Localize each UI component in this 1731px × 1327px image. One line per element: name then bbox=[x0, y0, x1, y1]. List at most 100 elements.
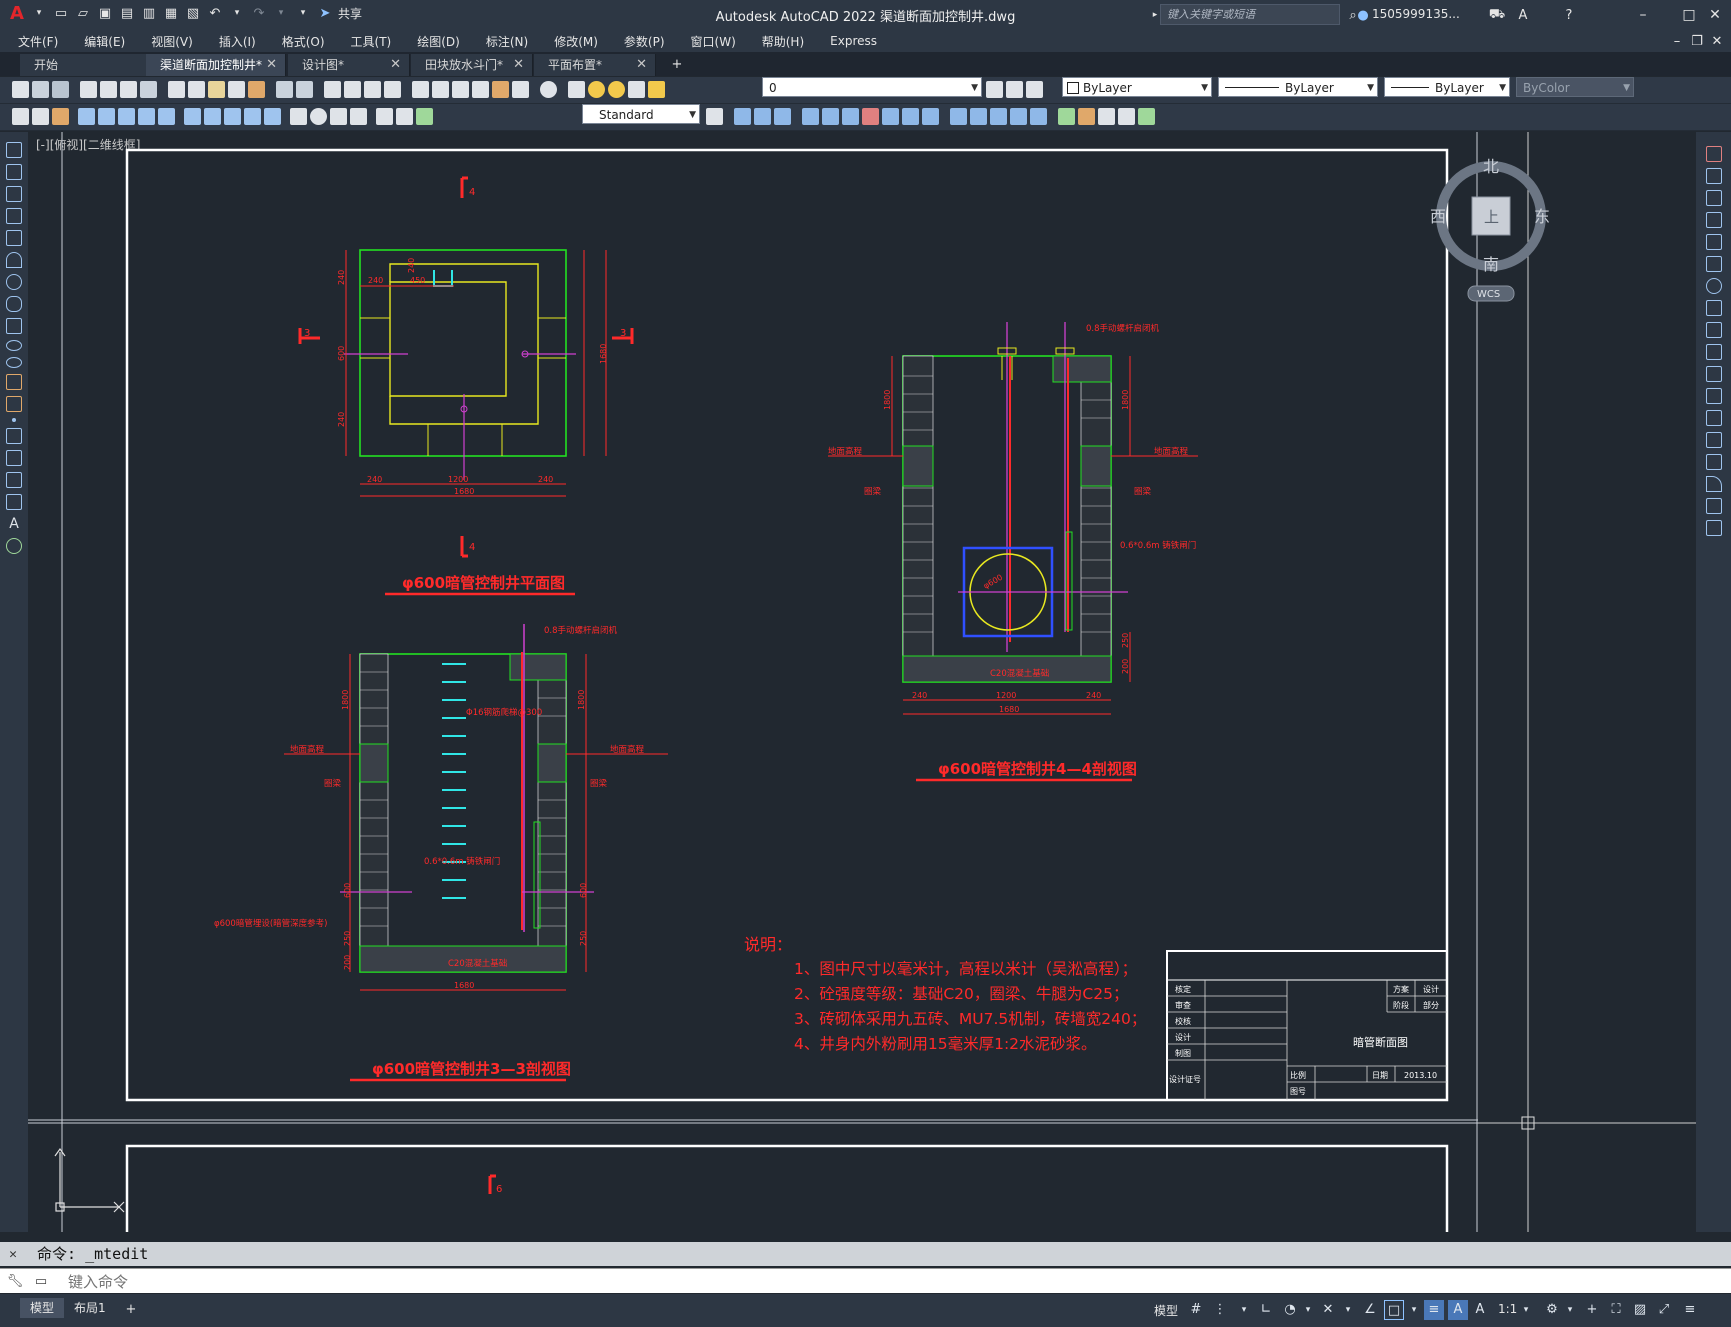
menu-draw[interactable]: 绘图(D) bbox=[404, 33, 473, 50]
copy-object-icon[interactable] bbox=[754, 108, 771, 125]
title-block[interactable]: 核定 审查 校核 设计 制图 设计证号 方案 设计 阶段 部分 比例 日期 20… bbox=[1166, 950, 1448, 1101]
isolate-objects-icon[interactable]: ⛶ bbox=[1606, 1300, 1626, 1320]
dim-edit-icon[interactable] bbox=[376, 108, 393, 125]
array-tool-icon[interactable] bbox=[1705, 234, 1722, 250]
osnap-dropdown-icon[interactable]: ▾ bbox=[1338, 1300, 1358, 1320]
menu-format[interactable]: 格式(O) bbox=[269, 33, 338, 50]
tab-start[interactable]: 开始 bbox=[20, 54, 148, 76]
help-icon[interactable] bbox=[540, 81, 557, 98]
command-input[interactable] bbox=[66, 1269, 1670, 1295]
layer-state-icon[interactable] bbox=[1026, 81, 1043, 98]
tool-palettes-icon[interactable] bbox=[452, 81, 469, 98]
break-tool-icon[interactable] bbox=[1705, 410, 1722, 426]
properties-icon[interactable] bbox=[412, 81, 429, 98]
continue-dim-icon[interactable] bbox=[224, 108, 241, 125]
cut-icon[interactable] bbox=[168, 81, 185, 98]
close-tab-icon[interactable]: ✕ bbox=[266, 54, 277, 76]
plot-preview-icon[interactable] bbox=[100, 81, 117, 98]
tab-model[interactable]: 模型 bbox=[20, 1298, 65, 1318]
workspace-dropdown-icon[interactable]: ▾ bbox=[1560, 1300, 1580, 1320]
fillet-icon[interactable] bbox=[1030, 108, 1047, 125]
tab-design[interactable]: 设计图* ✕ bbox=[288, 54, 410, 76]
menu-tools[interactable]: 工具(T) bbox=[338, 33, 405, 50]
tab-field-gate[interactable]: 田块放水斗门* ✕ bbox=[411, 54, 533, 76]
layer-vp-icon[interactable] bbox=[628, 81, 645, 98]
doc-restore-icon[interactable]: ❐ bbox=[1688, 32, 1706, 50]
angular-dim-icon[interactable] bbox=[158, 108, 175, 125]
ellipse-arc-tool-icon[interactable] bbox=[6, 357, 22, 368]
grid-icon[interactable]: # bbox=[1186, 1300, 1206, 1320]
user-icon[interactable]: ● bbox=[1354, 6, 1372, 24]
menu-edit[interactable]: 编辑(E) bbox=[71, 33, 138, 50]
trim-icon[interactable] bbox=[922, 108, 939, 125]
doc-minimize-icon[interactable]: – bbox=[1668, 32, 1686, 50]
plot-icon[interactable] bbox=[80, 81, 97, 98]
hardware-accel-icon[interactable]: ▨ bbox=[1630, 1300, 1650, 1320]
aligned-dim-icon[interactable] bbox=[32, 108, 49, 125]
jogged-dim-icon[interactable] bbox=[118, 108, 135, 125]
hatch-tool-icon[interactable] bbox=[6, 428, 22, 444]
section-4-4-view[interactable]: 240 1200 240 1680 1800 1800 250 200 0.8手… bbox=[828, 322, 1198, 782]
extend-icon[interactable] bbox=[950, 108, 967, 125]
rectangle-tool-icon[interactable] bbox=[6, 230, 22, 246]
customize-command-icon[interactable]: 🔧︎ bbox=[6, 1272, 24, 1290]
spline-tool-icon[interactable] bbox=[6, 318, 22, 334]
close-window-icon[interactable]: ✕ bbox=[1702, 4, 1728, 26]
quickcalc-icon[interactable] bbox=[512, 81, 529, 98]
trim-tool-icon[interactable] bbox=[1705, 344, 1722, 360]
menu-parametric[interactable]: 参数(P) bbox=[611, 33, 678, 50]
customize-status-icon[interactable]: ≡ bbox=[1680, 1300, 1700, 1320]
radius-dim-icon[interactable] bbox=[98, 108, 115, 125]
move-tool-icon[interactable] bbox=[1705, 256, 1722, 272]
join-tool-icon[interactable] bbox=[1705, 432, 1722, 448]
maximize-window-icon[interactable]: □ bbox=[1676, 4, 1702, 26]
chamfer-icon[interactable] bbox=[1010, 108, 1027, 125]
erase-tool-icon[interactable] bbox=[1705, 146, 1722, 162]
drawing-canvas[interactable]: [-][俯视][二维线框] 240 1200 240 1680 240 450 … bbox=[28, 132, 1696, 1232]
dim-text-edit-icon[interactable] bbox=[396, 108, 413, 125]
ellipse-tool-icon[interactable] bbox=[6, 340, 22, 351]
baseline-dim-icon[interactable] bbox=[204, 108, 221, 125]
dim-space-icon[interactable] bbox=[244, 108, 261, 125]
break-at-point-icon[interactable] bbox=[1705, 388, 1722, 404]
redo-icon[interactable] bbox=[296, 81, 313, 98]
insert-block-icon[interactable] bbox=[1078, 108, 1095, 125]
clean-screen-icon[interactable]: ⤢ bbox=[1654, 1300, 1674, 1320]
viewcube[interactable]: 上 北 南 西 东 WCS bbox=[1422, 152, 1560, 302]
inspection-icon[interactable] bbox=[330, 108, 347, 125]
layer-on-icon[interactable] bbox=[588, 81, 605, 98]
offset-icon[interactable] bbox=[802, 108, 819, 125]
compass-east[interactable]: 东 bbox=[1534, 207, 1550, 226]
layer-properties-icon[interactable] bbox=[568, 81, 585, 98]
transparency-icon[interactable]: □ bbox=[1384, 1300, 1404, 1320]
save-icon[interactable] bbox=[52, 81, 69, 98]
annotate-plus-icon[interactable]: + bbox=[1582, 1300, 1602, 1320]
gradient-tool-icon[interactable] bbox=[6, 450, 22, 466]
revcloud-tool-icon[interactable] bbox=[6, 296, 22, 312]
annotation-scale[interactable]: 1:1 bbox=[1498, 1302, 1517, 1316]
plan-view[interactable]: 240 1200 240 1680 240 450 240 1680 240 6… bbox=[298, 176, 634, 596]
erase-icon[interactable] bbox=[734, 108, 751, 125]
jogged-linear-icon[interactable] bbox=[350, 108, 367, 125]
3d-print-icon[interactable] bbox=[140, 81, 157, 98]
sheet-set-icon[interactable] bbox=[472, 81, 489, 98]
render-icon[interactable] bbox=[1138, 108, 1155, 125]
polygon-tool-icon[interactable] bbox=[6, 208, 22, 224]
annotation-monitor-icon[interactable]: ≡ bbox=[1424, 1300, 1444, 1320]
copy-icon[interactable] bbox=[188, 81, 205, 98]
menu-window[interactable]: 窗口(W) bbox=[678, 33, 749, 50]
tab-layout1[interactable]: 布局1 bbox=[64, 1298, 116, 1318]
diameter-dim-icon[interactable] bbox=[138, 108, 155, 125]
mtext-tool-icon[interactable]: A bbox=[6, 516, 22, 532]
move-icon[interactable] bbox=[842, 108, 859, 125]
center-mark-icon[interactable] bbox=[310, 108, 327, 125]
cart-icon[interactable]: ⛟ bbox=[1488, 6, 1506, 24]
layer-previous-icon[interactable] bbox=[1006, 81, 1023, 98]
circle-tool-icon[interactable] bbox=[6, 274, 22, 290]
stretch-tool-icon[interactable] bbox=[1705, 322, 1722, 338]
ordinate-dim-icon[interactable] bbox=[78, 108, 95, 125]
polyline-tool-icon[interactable] bbox=[6, 186, 22, 202]
menu-file[interactable]: 文件(F) bbox=[0, 33, 71, 50]
publish-icon[interactable] bbox=[120, 81, 137, 98]
close-tab-icon[interactable]: ✕ bbox=[513, 54, 524, 76]
